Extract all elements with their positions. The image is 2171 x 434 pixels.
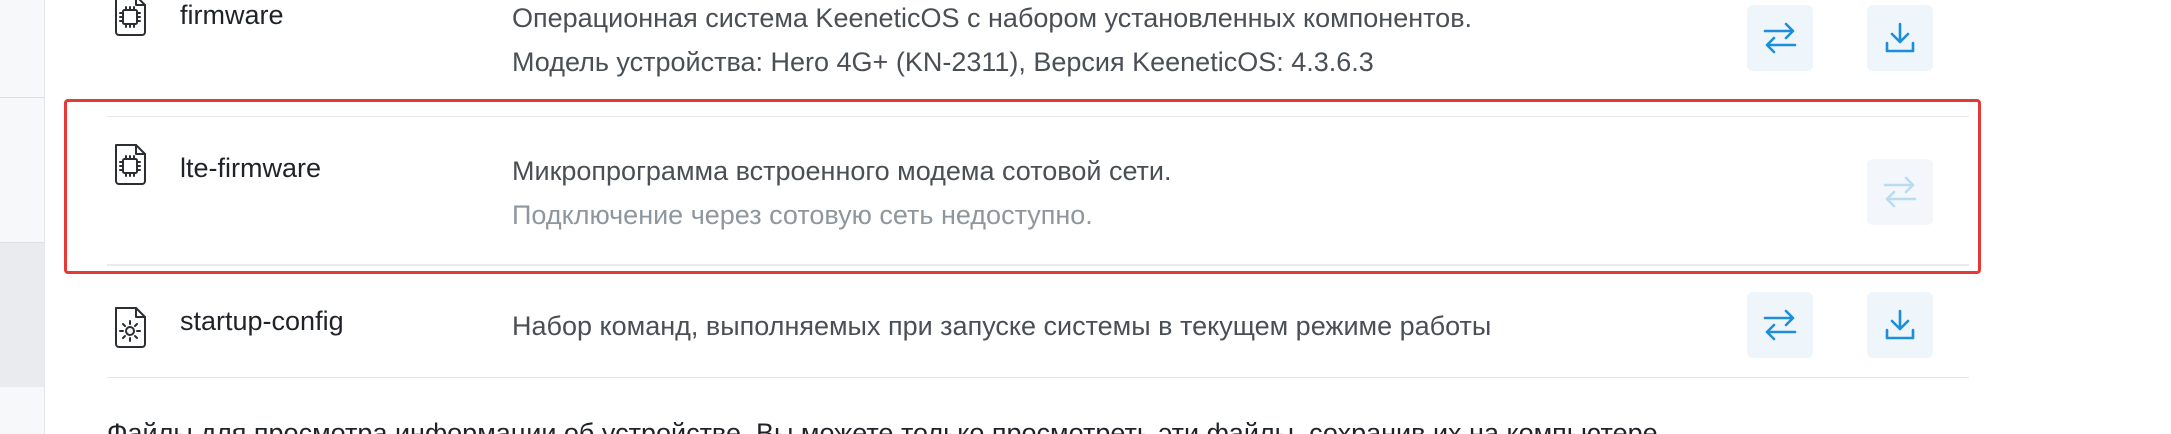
sidebar-divider [0, 97, 44, 98]
chip-file-icon [107, 0, 153, 38]
description-line: Операционная система KeeneticOS с наборо… [512, 3, 1473, 33]
swap-button-disabled [1867, 159, 1933, 225]
swap-arrows-icon [1763, 22, 1797, 54]
file-description: Набор команд, выполняемых при запуске си… [512, 304, 1491, 348]
file-row-startup-config: startup-config Набор команд, выполняемых… [107, 272, 1969, 378]
swap-arrows-icon [1883, 176, 1917, 208]
gear-file-icon [107, 304, 153, 350]
download-button[interactable] [1867, 292, 1933, 358]
download-icon [1885, 22, 1915, 53]
file-row-lte-firmware: lte-firmware Микропрограмма встроенного … [107, 116, 1969, 266]
swap-arrows-icon [1763, 309, 1797, 341]
page: firmware Операционная система KeeneticOS… [0, 0, 2171, 434]
sidebar-selected-item[interactable] [0, 243, 44, 387]
download-button[interactable] [1867, 5, 1933, 71]
file-name: startup-config [180, 306, 344, 336]
file-description: Операционная система KeeneticOS с наборо… [512, 0, 1472, 84]
swap-button[interactable] [1747, 292, 1813, 358]
sidebar [0, 0, 45, 434]
description-line: Модель устройства: Hero 4G+ (KN-2311), В… [512, 47, 1374, 77]
section-description: Файлы для просмотра информации об устрой… [107, 418, 1666, 434]
description-line: Набор команд, выполняемых при запуске си… [512, 311, 1492, 341]
chip-file-icon [107, 141, 153, 187]
file-name: lte-firmware [180, 153, 322, 183]
file-name: firmware [180, 0, 284, 30]
status-note: Подключение через сотовую сеть недоступн… [512, 200, 1093, 230]
file-row-firmware: firmware Операционная система KeeneticOS… [107, 0, 1969, 80]
download-icon [1885, 309, 1915, 340]
swap-button[interactable] [1747, 5, 1813, 71]
file-description: Микропрограмма встроенного модема сотово… [512, 149, 1172, 237]
description-line: Микропрограмма встроенного модема сотово… [512, 156, 1172, 186]
